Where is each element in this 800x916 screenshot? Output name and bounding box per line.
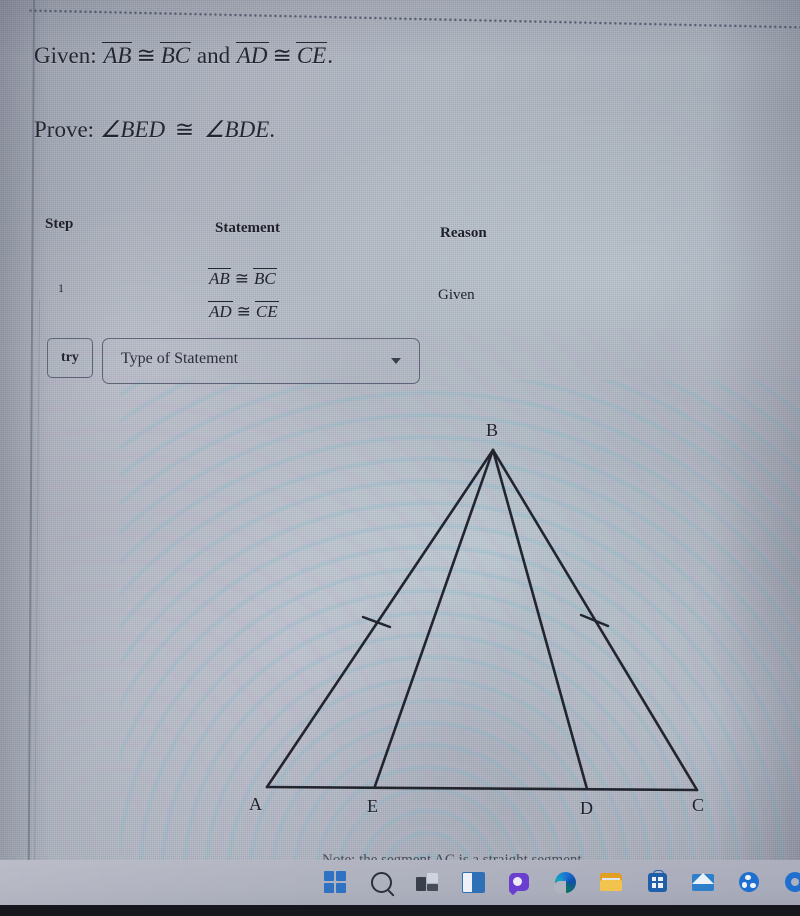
statement-segment-ad: AD (208, 301, 233, 322)
mail-icon[interactable] (690, 869, 716, 895)
prove-congruent-symbol: ≅ (174, 117, 195, 142)
table-row-step-number: 1 (58, 281, 64, 295)
triangle-diagram-svg (265, 448, 699, 792)
table-header-statement: Statement (215, 220, 280, 236)
statement-congruent-1: ≅ (234, 269, 250, 288)
prove-angle-bed: ∠BED (99, 117, 166, 142)
given-label: Given: (34, 43, 97, 68)
file-explorer-icon[interactable] (598, 869, 624, 895)
task-view-icon[interactable] (414, 869, 440, 895)
statement-type-select[interactable]: Type of Statement (102, 338, 420, 384)
given-segment-ab: AB (102, 42, 133, 68)
blue-ball-icon[interactable] (736, 869, 762, 895)
statement-type-select-value: Type of Statement (121, 350, 239, 367)
statement-segment-ce: CE (254, 301, 279, 322)
search-icon[interactable] (368, 869, 394, 895)
edge-browser-icon[interactable] (552, 869, 578, 895)
given-congruent-symbol-2: ≅ (272, 43, 292, 68)
screenshot-root: Given: AB ≅ BC and AD ≅ CE. Prove: ∠BED ≅ ∠B… (0, 0, 800, 916)
taskbar-icon-row (322, 869, 800, 895)
windows-taskbar (0, 860, 800, 916)
segment-ac (265, 785, 699, 792)
given-segment-ce: CE (295, 42, 328, 68)
prove-period: . (269, 117, 275, 142)
segment-be (373, 448, 495, 788)
widgets-icon[interactable] (460, 869, 486, 895)
given-period: . (327, 43, 333, 68)
chat-icon[interactable] (506, 869, 532, 895)
segment-ab (265, 448, 495, 789)
prove-statement: Prove: ∠BED ≅ ∠BDE. (34, 117, 275, 143)
tick-marks (361, 613, 610, 629)
given-conjunction: and (196, 43, 231, 68)
chevron-down-icon (391, 358, 401, 364)
microsoft-store-icon[interactable] (644, 869, 670, 895)
prove-angle-bde: ∠BDE (203, 117, 270, 142)
statement-segment-ab: AB (208, 268, 231, 288)
vertex-label-a: A (249, 794, 262, 814)
vertex-label-c: C (692, 795, 705, 815)
given-congruent-symbol-1: ≅ (136, 43, 156, 68)
vertex-label-b: B (486, 420, 499, 440)
start-icon[interactable] (322, 869, 348, 895)
given-segment-ad: AD (235, 42, 269, 68)
statement-line-2: AD ≅ CE (208, 295, 279, 328)
try-button[interactable]: try (47, 338, 93, 378)
table-header-step: Step (45, 216, 74, 232)
geometry-figure: B A E D C (200, 410, 760, 830)
vertex-label-d: D (580, 798, 593, 818)
statement-line-1: AB ≅ BC (208, 262, 279, 295)
gear-icon[interactable] (782, 869, 800, 895)
table-row-statement: AB ≅ BC AD ≅ CE (208, 262, 279, 328)
table-row-reason: Given (438, 287, 475, 303)
given-segment-bc: BC (159, 42, 192, 68)
table-header-reason: Reason (440, 225, 487, 241)
screen-bottom-bezel (0, 905, 800, 916)
statement-segment-bc: BC (253, 268, 277, 288)
given-statement: Given: AB ≅ BC and AD ≅ CE. (34, 42, 333, 69)
prove-label: Prove: (34, 117, 95, 142)
vertex-label-e: E (367, 796, 378, 816)
statement-congruent-2: ≅ (236, 302, 251, 322)
segment-bd (491, 448, 589, 791)
